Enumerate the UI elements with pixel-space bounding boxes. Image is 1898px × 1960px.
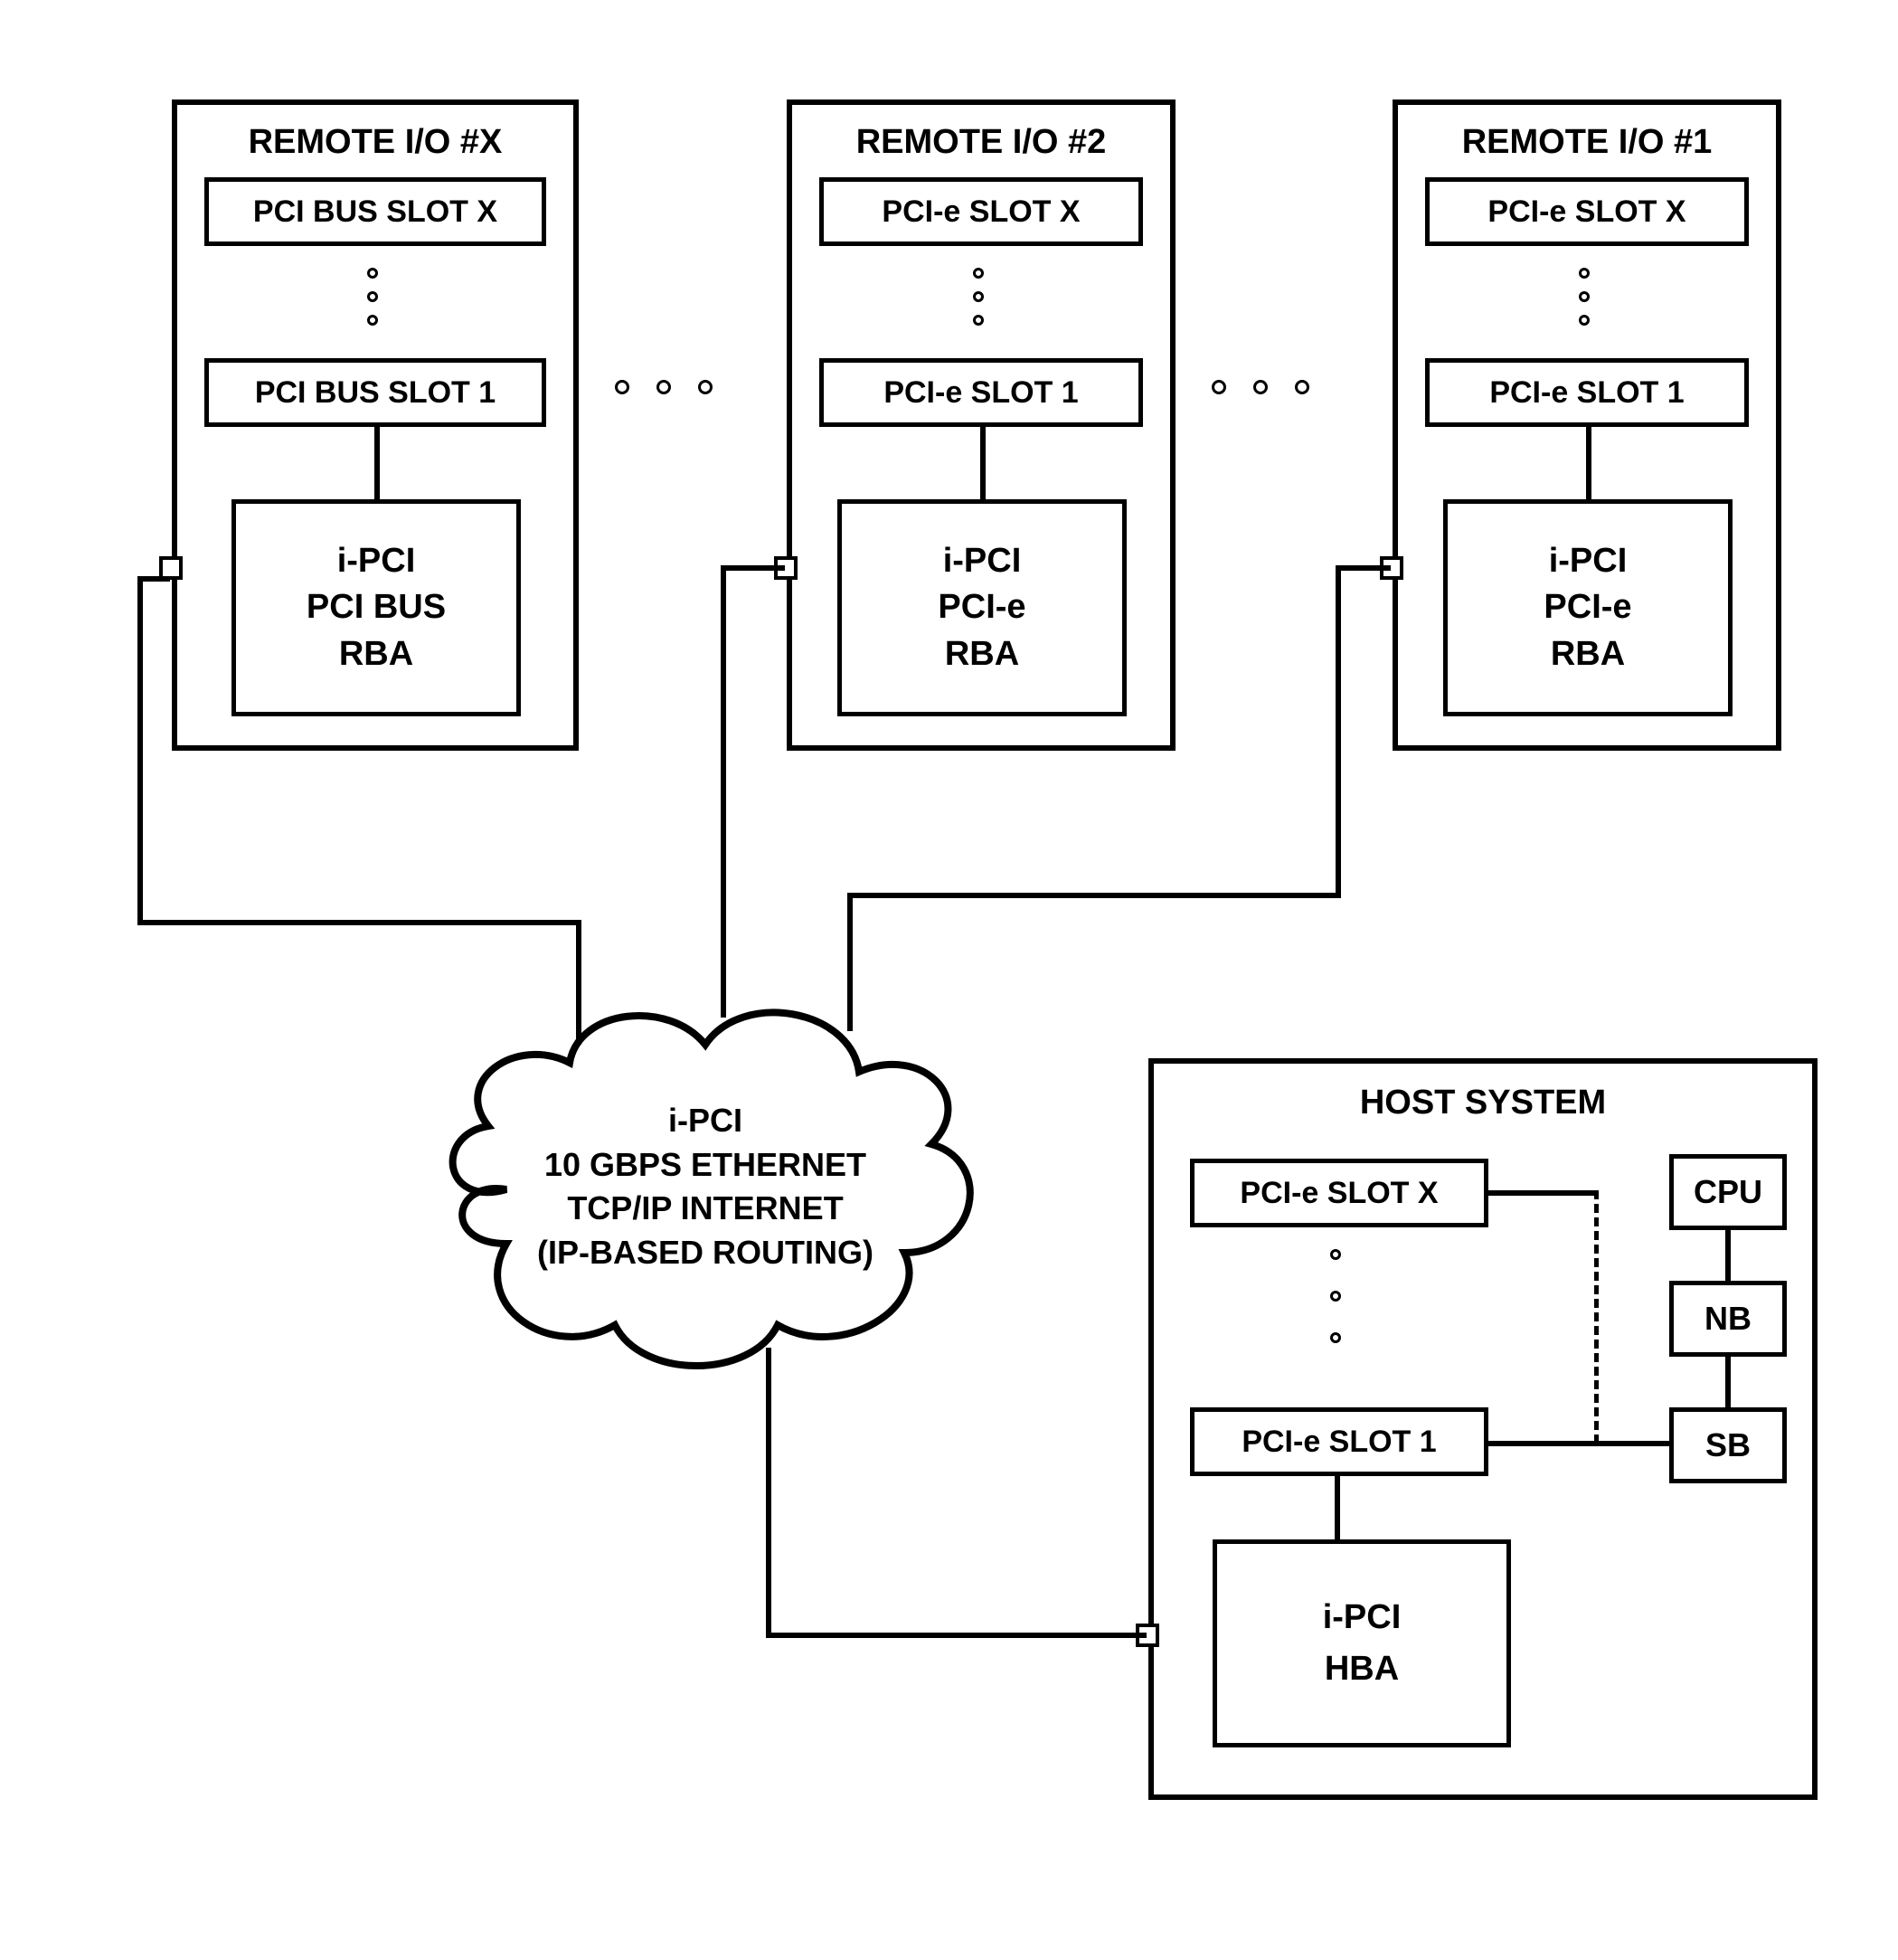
conn-cloud-host [0, 0, 1898, 1960]
